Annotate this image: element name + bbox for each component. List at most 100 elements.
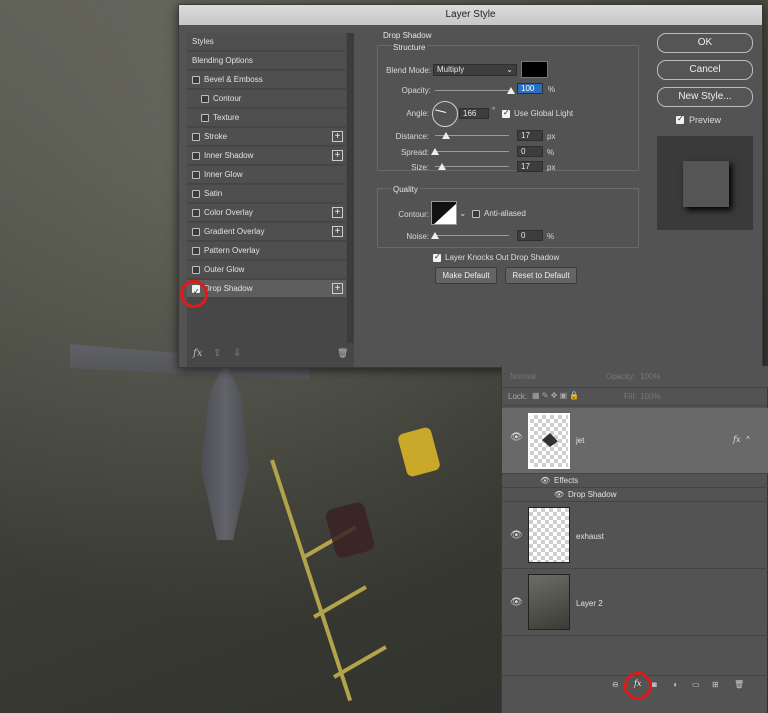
trash-icon[interactable]: 🗑 <box>734 680 744 689</box>
shadow-color-swatch[interactable] <box>521 61 548 78</box>
make-default-button[interactable]: Make Default <box>435 267 497 284</box>
link-icon[interactable]: ⊖ <box>612 680 619 689</box>
gradient-overlay-checkbox[interactable] <box>192 228 200 236</box>
size-input[interactable]: 17 <box>517 161 543 172</box>
size-unit: px <box>547 163 556 172</box>
inner-glow-checkbox[interactable] <box>192 171 200 179</box>
anti-aliased-checkbox[interactable] <box>472 210 480 218</box>
fill-value[interactable]: 100% <box>640 392 660 401</box>
add-color-overlay-button[interactable]: + <box>332 207 343 218</box>
knocks-out-checkbox[interactable] <box>433 252 441 262</box>
spread-input[interactable]: 0 <box>517 146 543 157</box>
trash-icon[interactable]: 🗑 <box>337 348 348 359</box>
style-row-gradient-overlay[interactable]: Gradient Overlay + <box>187 223 346 241</box>
angle-dial[interactable] <box>432 101 458 127</box>
blend-mode-label: Blend Mode: <box>386 66 431 75</box>
move-down-icon[interactable]: ⇩ <box>233 348 241 359</box>
reset-to-default-button[interactable]: Reset to Default <box>505 267 577 284</box>
style-row-color-overlay[interactable]: Color Overlay + <box>187 204 346 222</box>
outer-glow-checkbox[interactable] <box>192 266 200 274</box>
style-row-pattern-overlay[interactable]: Pattern Overlay <box>187 242 346 260</box>
visibility-eye-icon[interactable]: 👁 <box>510 433 523 443</box>
effects-eye-icon[interactable]: 👁 <box>540 477 552 485</box>
contour-checkbox[interactable] <box>201 95 209 103</box>
fx-icon[interactable]: fx <box>193 348 202 359</box>
style-row-inner-shadow[interactable]: Inner Shadow + <box>187 147 346 165</box>
style-row-contour[interactable]: Contour <box>187 90 346 108</box>
visibility-eye-icon[interactable]: 👁 <box>510 531 523 541</box>
opacity-slider-thumb[interactable] <box>507 87 515 94</box>
size-slider-track[interactable] <box>435 166 509 167</box>
style-label: Color Overlay <box>204 208 253 217</box>
ok-button[interactable]: OK <box>657 33 753 53</box>
add-drop-shadow-button[interactable]: + <box>332 283 343 294</box>
add-gradient-overlay-button[interactable]: + <box>332 226 343 237</box>
style-label: Contour <box>213 94 242 103</box>
stroke-checkbox[interactable] <box>192 133 200 141</box>
distance-input[interactable]: 17 <box>517 130 543 141</box>
use-global-light-checkbox[interactable] <box>502 108 510 118</box>
contour-picker[interactable] <box>431 201 457 225</box>
style-row-satin[interactable]: Satin <box>187 185 346 203</box>
style-label: Inner Glow <box>204 170 243 179</box>
noise-slider-thumb[interactable] <box>431 232 439 239</box>
drop-shadow-eye-icon[interactable]: 👁 <box>554 491 566 499</box>
style-row-bevel-emboss[interactable]: Bevel & Emboss <box>187 71 346 89</box>
spread-slider-thumb[interactable] <box>431 148 439 155</box>
new-style-button[interactable]: New Style... <box>657 87 753 107</box>
folder-icon[interactable]: ▭ <box>692 680 700 689</box>
style-row-outer-glow[interactable]: Outer Glow <box>187 261 346 279</box>
move-up-icon[interactable]: ⇧ <box>213 348 221 359</box>
style-row-inner-glow[interactable]: Inner Glow <box>187 166 346 184</box>
style-row-blending-options[interactable]: Blending Options <box>187 52 346 70</box>
adjustment-icon[interactable]: ◑ <box>672 680 677 689</box>
layer-opacity-value[interactable]: 100% <box>640 372 660 381</box>
styles-scrollbar[interactable] <box>347 33 354 343</box>
pattern-overlay-checkbox[interactable] <box>192 247 200 255</box>
style-row-stroke[interactable]: Stroke + <box>187 128 346 146</box>
size-slider-thumb[interactable] <box>438 163 446 170</box>
chevron-up-icon[interactable]: ^ <box>746 435 750 444</box>
preview-swatch <box>657 136 753 230</box>
visibility-eye-icon[interactable]: 👁 <box>510 598 523 608</box>
style-row-styles[interactable]: Styles <box>187 33 346 51</box>
lock-icons[interactable]: ▦ ✎ ✥ ▣ 🔒 <box>532 391 579 400</box>
style-row-drop-shadow[interactable]: Drop Shadow + <box>187 280 346 301</box>
use-global-light-label: Use Global Light <box>514 109 574 118</box>
angle-input[interactable]: 166 <box>459 108 489 119</box>
style-label: Stroke <box>204 132 228 141</box>
fill-label: Fill: <box>624 392 637 401</box>
layer-name: Layer 2 <box>576 599 603 608</box>
angle-dial-needle <box>435 109 447 113</box>
style-row-texture[interactable]: Texture <box>187 109 346 127</box>
new-layer-icon[interactable]: ⊞ <box>712 680 719 689</box>
cancel-button[interactable]: Cancel <box>657 60 753 80</box>
noise-slider-track[interactable] <box>435 235 509 236</box>
color-overlay-checkbox[interactable] <box>192 209 200 217</box>
opacity-slider-track[interactable] <box>435 90 509 91</box>
highlight-ring-fx-button <box>624 672 652 700</box>
layer-row-layer-2[interactable]: 👁 Layer 2 <box>502 569 768 636</box>
layer-row-exhaust[interactable]: 👁 exhaust <box>502 502 768 569</box>
layer-row-jet[interactable]: 👁 jet fx ^ <box>502 408 768 474</box>
blend-mode-dropdown[interactable]: Normal <box>510 372 536 381</box>
texture-checkbox[interactable] <box>201 114 209 122</box>
distance-slider-thumb[interactable] <box>442 132 450 139</box>
noise-input[interactable]: 0 <box>517 230 543 241</box>
preview-checkbox[interactable] <box>676 114 684 124</box>
bevel-emboss-checkbox[interactable] <box>192 76 200 84</box>
inner-shadow-checkbox[interactable] <box>192 152 200 160</box>
effects-row[interactable]: 👁 Effects <box>502 474 768 488</box>
layers-panel: Normal Opacity: 100% Lock: ▦ ✎ ✥ ▣ 🔒 Fil… <box>501 366 768 713</box>
chevron-down-icon[interactable]: ⌄ <box>459 208 467 219</box>
spread-slider-track[interactable] <box>435 151 509 152</box>
fx-icon[interactable]: fx <box>733 435 740 444</box>
add-stroke-button[interactable]: + <box>332 131 343 142</box>
mask-icon[interactable]: ◙ <box>652 680 657 689</box>
highlight-ring-drop-shadow <box>180 280 208 308</box>
opacity-input[interactable]: 100 <box>517 83 543 94</box>
satin-checkbox[interactable] <box>192 190 200 198</box>
add-inner-shadow-button[interactable]: + <box>332 150 343 161</box>
blend-mode-select[interactable]: Multiply ⌄ <box>433 64 517 76</box>
drop-shadow-effect-row[interactable]: 👁 Drop Shadow <box>502 488 768 502</box>
